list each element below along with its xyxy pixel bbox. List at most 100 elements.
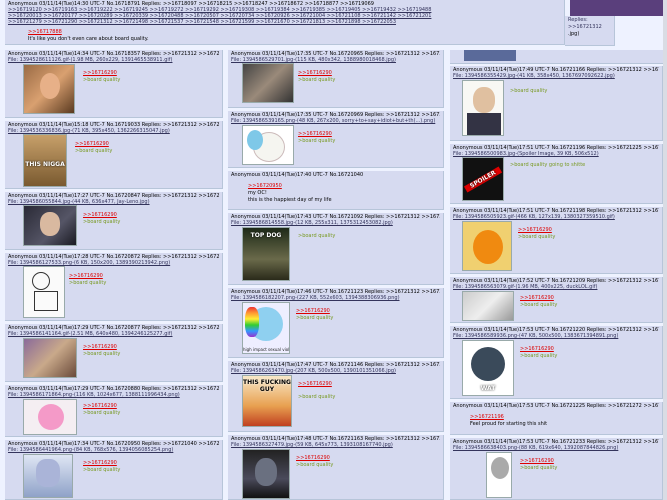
reply-post: Anonymous 03/11/14(Tue)17:27 UTC-7 No.16… xyxy=(5,192,223,250)
quote-link[interactable]: >>16716290 xyxy=(83,403,120,410)
quote-link[interactable]: >>16716290 xyxy=(83,212,120,219)
greentext: >board quality xyxy=(83,77,121,83)
post-thumbnail[interactable] xyxy=(462,80,504,136)
reply-post: Anonymous 03/11/14(Tue)17:47 UTC-7 No.16… xyxy=(228,361,444,432)
file-info: File: 1394586505923.gif-(466 KB, 127x139… xyxy=(453,214,659,220)
reply-post: Anonymous 03/11/14(Tue)17:29 UTC-7 No.16… xyxy=(5,324,223,382)
stick-figure-body xyxy=(34,291,58,311)
post-backlinks[interactable]: >>16721279 >>16721290 >>16721312 >>16721… xyxy=(8,19,561,25)
file-link[interactable]: File: 1394586441964.png-(84 KB, 768x576,… xyxy=(8,447,173,453)
file-link[interactable]: File: 1394586141164.gif-(2.51 MB, 640x48… xyxy=(8,331,172,337)
quote-link[interactable]: >>16716290 xyxy=(298,70,335,77)
post-thumbnail[interactable] xyxy=(23,64,75,114)
file-info: File: 1394586563079.gif-(1.96 MB, 400x22… xyxy=(453,284,659,290)
face-shape xyxy=(40,73,60,99)
quote-link[interactable]: >>16716290 xyxy=(75,141,112,148)
post-thumbnail[interactable] xyxy=(23,399,77,435)
quote-link[interactable]: >>16716290 xyxy=(83,460,120,467)
reply-post: Anonymous 03/11/14(Tue)14:34 UTC-7 No.16… xyxy=(5,50,223,118)
quote-link[interactable]: >>16716290 xyxy=(520,458,557,465)
file-link[interactable]: File: 1394586814558.jpg-(12 KB, 255x311,… xyxy=(231,220,393,226)
reply-post: Anonymous 03/11/14(Tue)17:35 UTC-7 No.16… xyxy=(228,50,444,108)
file-link[interactable]: File: 1394586563079.gif-(1.96 MB, 400x22… xyxy=(453,284,597,290)
post-info: Anonymous 03/11/14(Tue)17:53 UTC-7 No.16… xyxy=(453,403,659,409)
quote-link[interactable]: >>16721196 xyxy=(470,414,547,421)
reply-post: Anonymous 03/11/14(Tue)17:43 UTC-7 No.16… xyxy=(228,213,444,285)
file-ext: .jpg) xyxy=(568,31,580,37)
post-thumbnail[interactable] xyxy=(462,221,512,271)
post-thumbnail[interactable] xyxy=(23,205,77,246)
quote-link[interactable]: >>16716290 xyxy=(520,295,557,302)
quote-link[interactable]: >>16716290 xyxy=(296,308,333,315)
post-backlinks[interactable]: Replies: >>16721312 xyxy=(568,17,611,31)
post-thumbnail[interactable] xyxy=(242,125,294,165)
suit-shape xyxy=(467,113,501,135)
post-thumbnail[interactable]: THIS FUCKING GUY xyxy=(242,375,292,427)
file-info: File: 1394586539165.png-(48 KB, 267x200,… xyxy=(231,118,440,124)
post-thumbnail[interactable]: SPOILER xyxy=(462,157,504,201)
stick-figure-head xyxy=(32,272,50,290)
face-shape xyxy=(255,458,277,486)
post-thumbnail[interactable] xyxy=(23,338,77,378)
post-thumbnail[interactable]: high impact sexual violence xyxy=(242,302,290,354)
post-thumbnail[interactable] xyxy=(242,449,290,499)
post-message: It's like you don't even care about boar… xyxy=(28,36,149,42)
file-info: File: 1394586638403.png-(88 KB, 619x640,… xyxy=(453,445,659,451)
file-info: File: 1394586441964.png-(84 KB, 768x576,… xyxy=(8,447,219,453)
file-link[interactable]: File: 1394586327479.jpg-(59 KB, 645x773,… xyxy=(231,442,393,448)
mane-shape xyxy=(247,130,263,150)
quote-link[interactable]: >>16716290 xyxy=(520,346,557,353)
reply-post: Anonymous 03/11/14(Tue)17:53 UTC-7 No.16… xyxy=(450,438,663,500)
thumbnail-caption: WAT xyxy=(480,385,496,392)
post-thumbnail[interactable] xyxy=(23,266,65,318)
file-link[interactable]: File: 1394586263470.jpg-(207 KB, 500x500… xyxy=(231,368,396,374)
file-link[interactable]: File: 1394586505923.gif-(466 KB, 127x139… xyxy=(453,214,615,220)
file-link[interactable]: File: 1394586589936.png-(47 KB, 500x500,… xyxy=(453,333,618,339)
post-info: Anonymous 03/11/14(Tue)17:40 UTC-7 No.16… xyxy=(231,172,364,178)
pony-shape xyxy=(491,457,509,479)
post-message-line: my OC! xyxy=(248,190,267,196)
quote-link[interactable]: >>16716290 xyxy=(298,131,335,138)
file-link[interactable]: File: 1394586355429.jpg-(41 KB, 358x450,… xyxy=(453,73,615,79)
quote-link[interactable]: >>16716290 xyxy=(83,344,120,351)
file-info: File: 1394586589936.png-(47 KB, 500x500,… xyxy=(453,333,659,339)
greentext: >board quality xyxy=(510,88,548,94)
post-thumbnail[interactable] xyxy=(242,63,294,103)
reply-post: Anonymous 03/11/14(Tue)17:48 UTC-7 No.16… xyxy=(228,435,444,500)
file-info: File: 1394586814558.jpg-(12 KB, 255x311,… xyxy=(231,220,440,226)
face-shape xyxy=(40,212,60,236)
greentext: >board quality xyxy=(298,394,336,400)
quote-link[interactable]: >>16716290 xyxy=(83,70,120,77)
post-thumbnail[interactable]: THIS NIGGA xyxy=(23,134,67,187)
file-link[interactable]: File: 1394586638403.png-(88 KB, 619x640,… xyxy=(453,445,618,451)
post-thumbnail[interactable]: TOP DOG xyxy=(242,227,290,281)
reply-post: Anonymous 03/11/14(Tue)17:51 UTC-7 No.16… xyxy=(450,207,663,274)
file-link[interactable]: File: 1394586539165.png-(48 KB, 267x200,… xyxy=(231,118,435,124)
quote-link[interactable]: >>16720950 xyxy=(248,183,332,190)
quote-link[interactable]: >>16716290 xyxy=(298,381,335,388)
post-thumbnail[interactable] xyxy=(23,454,73,498)
page-scrollbar[interactable] xyxy=(663,0,667,500)
file-info: File: 1394586171864.png-(116 KB, 1024x67… xyxy=(8,392,219,398)
file-link[interactable]: File: 1394586182207.png-(227 KB, 552x603… xyxy=(231,295,400,301)
quote-link[interactable]: >>16716290 xyxy=(296,455,333,462)
thumbnail-caption: THIS NIGGA xyxy=(25,161,65,168)
face-shape xyxy=(473,87,495,113)
quote-link[interactable]: >>16716290 xyxy=(518,227,555,234)
file-info: File: 1394586327479.jpg-(59 KB, 645x773,… xyxy=(231,442,440,448)
quote-link[interactable]: >>16717888 xyxy=(28,29,561,36)
topright-post: Replies: >>16721312 .jpg) xyxy=(565,16,615,46)
op-reply-post: Anonymous 03/11/14(Tue)14:30 UTC-7 No.16… xyxy=(5,0,565,45)
greentext: >board quality xyxy=(83,467,121,473)
reply-post: Anonymous 03/11/14(Tue)17:34 UTC-7 No.16… xyxy=(5,440,223,500)
greentext: >board quality going to shitte xyxy=(510,162,586,168)
reply-post: Anonymous 03/11/14(Tue)17:29 UTC-7 No.16… xyxy=(5,385,223,437)
file-link[interactable]: File: 1394586171864.png-(116 KB, 1024x67… xyxy=(8,392,180,398)
post-thumbnail[interactable] xyxy=(462,291,514,321)
post-thumbnail[interactable] xyxy=(486,452,512,498)
reply-post: Anonymous 03/11/14(Tue)17:49 UTC-7 No.16… xyxy=(450,66,663,141)
post-thumbnail[interactable]: WAT xyxy=(462,340,514,396)
file-link[interactable]: File: 1394528611126.gif-(1.98 MB, 260x22… xyxy=(8,57,172,63)
quote-link[interactable]: >>16716290 xyxy=(69,273,106,280)
partial-thumbnail xyxy=(464,50,516,61)
